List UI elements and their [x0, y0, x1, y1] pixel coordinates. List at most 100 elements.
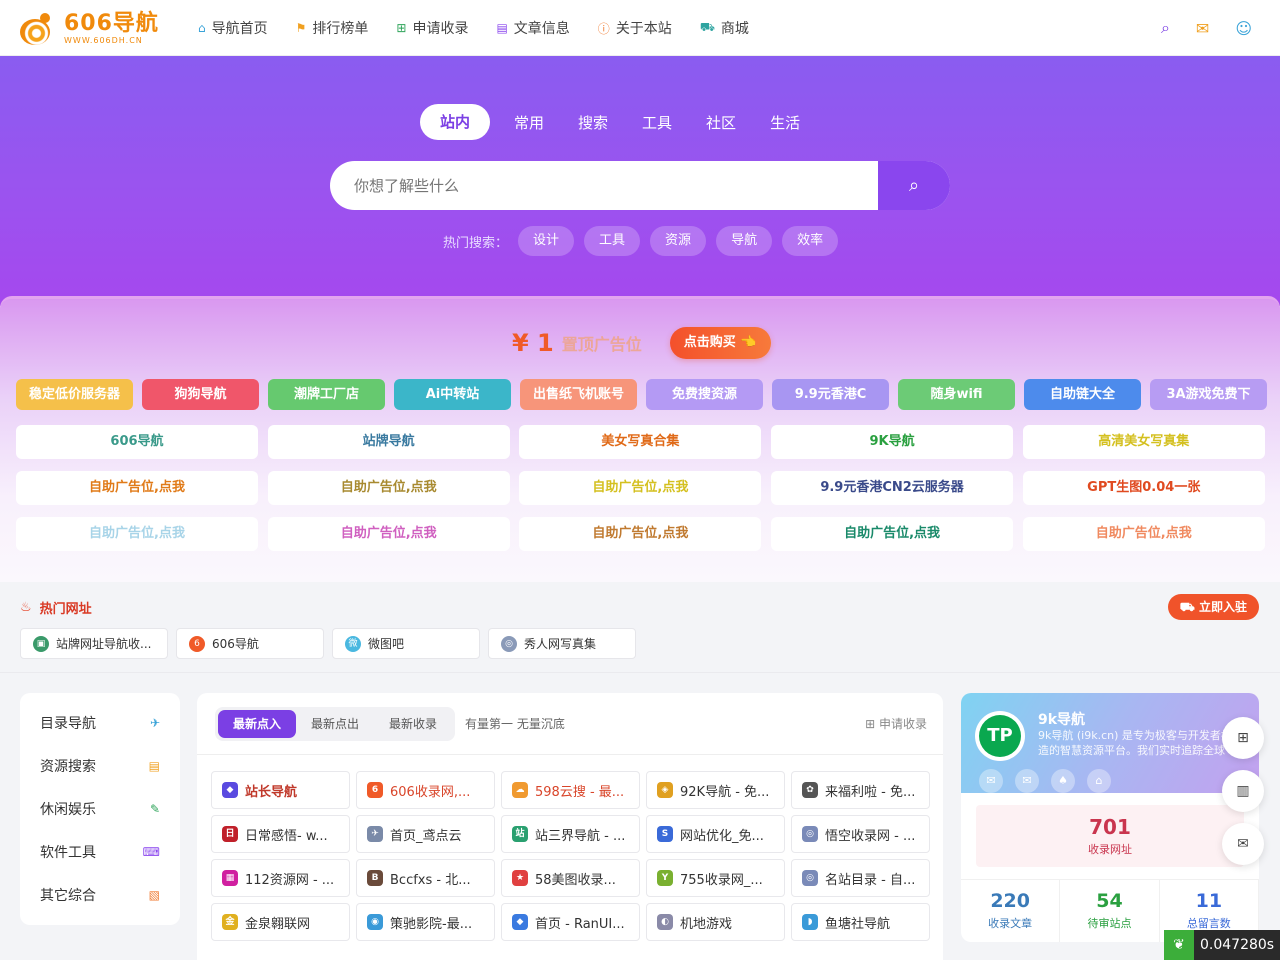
- colored-ad-button[interactable]: 9.9元香港C: [772, 379, 889, 410]
- hot-site-link[interactable]: 微微图吧: [332, 628, 480, 659]
- hot-site-link[interactable]: ▣ 站牌网址导航收...: [20, 628, 168, 659]
- site-link[interactable]: 金金泉翱联网: [211, 903, 350, 941]
- text-ad-link[interactable]: 自助广告位,点我: [267, 471, 510, 505]
- search-tab[interactable]: 工具: [642, 112, 672, 133]
- search-tab[interactable]: 常用: [514, 112, 544, 133]
- site-link[interactable]: 6 606收录网,...: [356, 771, 495, 809]
- text-ad-link[interactable]: 美女写真合集: [519, 425, 762, 459]
- site-link[interactable]: 站站三界导航 - ...: [501, 815, 640, 853]
- add-bookmark-icon[interactable]: ⊞: [1222, 717, 1264, 759]
- category-menu-item[interactable]: 其它综合 ▧: [20, 873, 180, 916]
- text-ad-link[interactable]: 自助广告位,点我: [519, 517, 762, 551]
- site-link[interactable]: ◐ 机地游戏: [646, 903, 785, 941]
- site-link[interactable]: ◈ 92K导航 - 免...: [646, 771, 785, 809]
- site-link[interactable]: ◆ 站长导航: [211, 771, 350, 809]
- text-ad-link[interactable]: 自助广告位,点我: [771, 517, 1014, 551]
- nav-item[interactable]: ⚑ 排行榜单: [296, 18, 369, 38]
- site-link[interactable]: ✿ 来福利啦 - 免...: [791, 771, 930, 809]
- hot-site-link[interactable]: ◎ 秀人网写真集: [488, 628, 636, 659]
- site-link[interactable]: B Bccfxs - 北...: [356, 859, 495, 897]
- colored-ad-button[interactable]: 随身wifi: [898, 379, 1015, 410]
- text-ad-link[interactable]: 站牌导航: [267, 425, 510, 459]
- hot-search-tag[interactable]: 效率: [782, 226, 839, 256]
- qq-icon[interactable]: ♠: [1051, 769, 1075, 793]
- message-icon[interactable]: ✉: [1196, 19, 1209, 38]
- site-link[interactable]: ✈ 首页_鸢点云: [356, 815, 495, 853]
- category-menu-item[interactable]: 软件工具 ⌨: [20, 830, 180, 873]
- site-label: 机地游戏: [680, 916, 733, 932]
- hot-site-link[interactable]: 6 606导航: [176, 628, 324, 659]
- site-favicon-icon: ▣: [33, 635, 49, 652]
- search-tab[interactable]: 社区: [706, 112, 736, 133]
- search-tab[interactable]: 搜索: [578, 112, 608, 133]
- social-links: ✉ ✉ ♠ ⌂: [979, 769, 1111, 793]
- site-link[interactable]: ▦ 112资源网 - ...: [211, 859, 350, 897]
- nav-right-actions: ⌕ ✉ ☺: [1161, 0, 1252, 56]
- text-ad-link[interactable]: 自助广告位,点我: [16, 471, 258, 505]
- text-ad-link[interactable]: 自助广告位,点我: [519, 471, 762, 505]
- hot-site-label: 606导航: [212, 637, 259, 651]
- text-ad-link[interactable]: 自助广告位,点我: [1022, 517, 1265, 551]
- hot-search-tag[interactable]: 工具: [584, 226, 641, 256]
- colored-ad-button[interactable]: 稳定低价服务器: [16, 379, 133, 410]
- email-icon[interactable]: ✉: [1015, 769, 1039, 793]
- search-button[interactable]: ⌕: [878, 161, 950, 210]
- site-link[interactable]: 日日常感悟- w...: [211, 815, 350, 853]
- site-link[interactable]: ◎ 名站目录 - 自...: [791, 859, 930, 897]
- user-icon[interactable]: ☺: [1235, 19, 1252, 38]
- join-now-button[interactable]: ⛟ 立即入驻: [1167, 594, 1259, 620]
- ranking-tab[interactable]: 最新点出: [296, 710, 374, 738]
- site-link[interactable]: ◎ 悟空收录网 - ...: [791, 815, 930, 853]
- hot-search-tag[interactable]: 资源: [650, 226, 707, 256]
- nav-item[interactable]: ⊞ 申请收录: [396, 18, 468, 38]
- colored-ad-button[interactable]: 3A游戏免费下: [1150, 379, 1267, 410]
- text-ad-link[interactable]: 自助广告位,点我: [16, 517, 258, 551]
- site-link[interactable]: ◗ 鱼塘社导航: [791, 903, 930, 941]
- colored-ad-button[interactable]: 出售纸飞机账号: [520, 379, 637, 410]
- wechat-icon[interactable]: ✉: [979, 769, 1003, 793]
- site-logo[interactable]: 606导航 WWW.606DH.CN: [18, 10, 166, 48]
- text-ad-link[interactable]: 9K导航: [771, 425, 1014, 459]
- colored-ad-button[interactable]: 自助链大全: [1024, 379, 1141, 410]
- site-link[interactable]: Y 755收录网_...: [646, 859, 785, 897]
- nav-item[interactable]: ⓘ 关于本站: [598, 18, 672, 38]
- home-icon[interactable]: ⌂: [1087, 769, 1111, 793]
- ranking-tab[interactable]: 最新收录: [374, 710, 452, 738]
- site-link[interactable]: ☁ 598云搜 - 最...: [501, 771, 640, 809]
- hot-search-tag[interactable]: 导航: [716, 226, 773, 256]
- hot-search-tag[interactable]: 设计: [518, 226, 575, 256]
- search-input[interactable]: [330, 161, 878, 210]
- text-ad-link[interactable]: 高清美女写真集: [1022, 425, 1265, 459]
- apply-listing-link[interactable]: ⊞ 申请收录: [865, 715, 927, 732]
- category-menu-item[interactable]: 目录导航 ✈: [20, 701, 180, 744]
- site-link[interactable]: ★ 58美图收录...: [501, 859, 640, 897]
- colored-ad-button[interactable]: Ai中转站: [394, 379, 511, 410]
- avatar[interactable]: TP: [975, 711, 1025, 761]
- comment-icon[interactable]: ✉: [1222, 823, 1264, 865]
- stats-icon[interactable]: ▥: [1222, 770, 1264, 812]
- text-ad-link[interactable]: 9.9元香港CN2云服务器: [771, 471, 1014, 505]
- text-ad-link[interactable]: 606导航: [16, 425, 258, 459]
- site-profile-card: TP 9k导航 9k导航 (i9k.cn) 是专为极客与开发者打造的智慧资源平台…: [961, 693, 1259, 942]
- colored-ad-button[interactable]: 潮牌工厂店: [268, 379, 385, 410]
- search-icon[interactable]: ⌕: [1161, 18, 1170, 38]
- buy-ad-button[interactable]: 点击购买 👈: [669, 327, 771, 359]
- category-menu-label: 目录导航: [40, 715, 96, 732]
- site-link[interactable]: ◆ 首页 - RanUI...: [501, 903, 640, 941]
- category-menu-item[interactable]: 休闲娱乐 ✎: [20, 787, 180, 830]
- colored-ad-button[interactable]: 狗狗导航: [142, 379, 259, 410]
- text-ad-link[interactable]: 自助广告位,点我: [267, 517, 510, 551]
- site-link[interactable]: S 网站优化_免...: [646, 815, 785, 853]
- nav-item[interactable]: ⌂ 导航首页: [198, 18, 268, 38]
- category-menu-item[interactable]: 资源搜索 ▤: [20, 744, 180, 787]
- search-tab[interactable]: 生活: [770, 112, 800, 133]
- ranking-tab[interactable]: 最新点入: [218, 709, 297, 738]
- text-ad-link[interactable]: GPT生图0.04一张: [1022, 471, 1265, 505]
- profile-banner: TP 9k导航 9k导航 (i9k.cn) 是专为极客与开发者打造的智慧资源平台…: [961, 693, 1259, 793]
- hot-sites-title: 热门网址: [39, 602, 92, 617]
- site-link[interactable]: ◉ 策驰影院-最...: [356, 903, 495, 941]
- colored-ad-button[interactable]: 免费搜资源: [646, 379, 763, 410]
- search-tab[interactable]: 站内: [420, 104, 490, 140]
- nav-item[interactable]: ⛟ 商城: [700, 18, 749, 38]
- nav-item[interactable]: ▤ 文章信息: [496, 18, 569, 38]
